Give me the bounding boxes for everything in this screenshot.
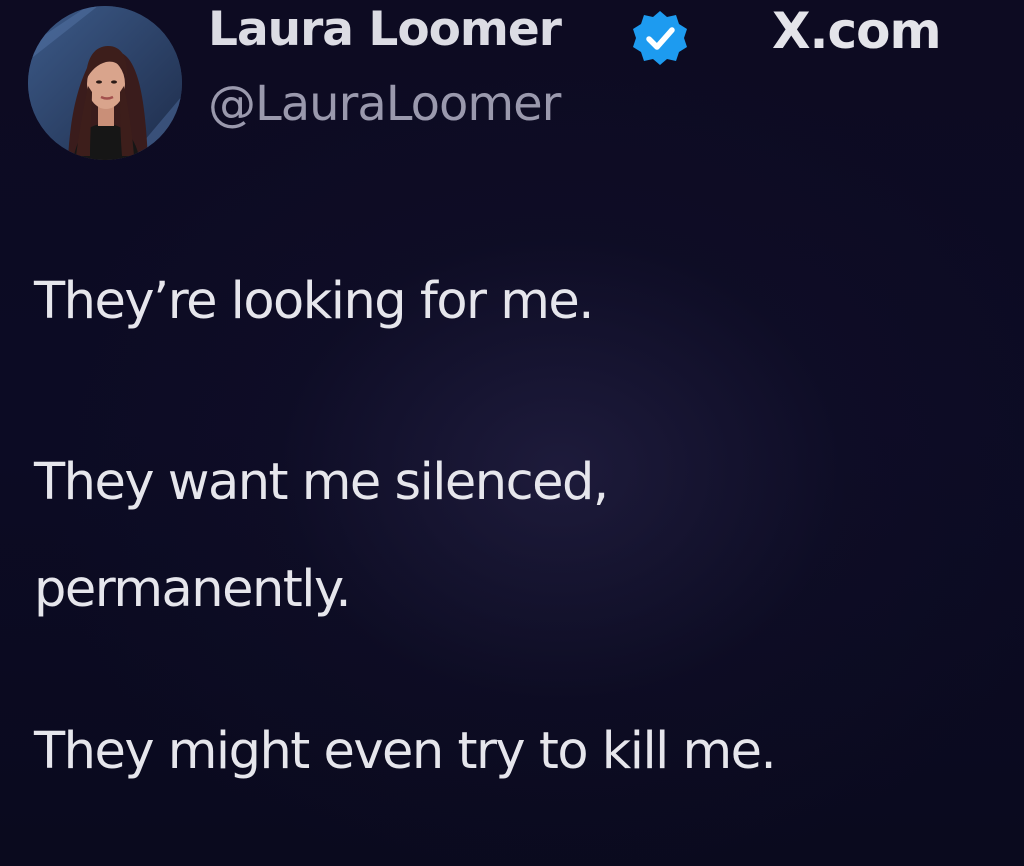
- profile-photo-icon: [28, 6, 182, 160]
- tweet-text-line: They might even try to kill me.: [34, 722, 777, 781]
- author-display-name[interactable]: Laura Loomer: [208, 2, 562, 57]
- tweet-text-line: permanently.: [34, 560, 352, 619]
- site-label: X.com: [772, 2, 942, 60]
- verified-badge-icon: [633, 11, 687, 65]
- tweet-text-line: They want me silenced,: [34, 453, 609, 512]
- avatar[interactable]: [28, 6, 182, 160]
- author-handle[interactable]: @LauraLoomer: [208, 76, 561, 132]
- tweet-screenshot: Laura Loomer X.com @LauraLoomer They’re …: [0, 0, 1024, 866]
- tweet-text-line: They’re looking for me.: [34, 272, 594, 331]
